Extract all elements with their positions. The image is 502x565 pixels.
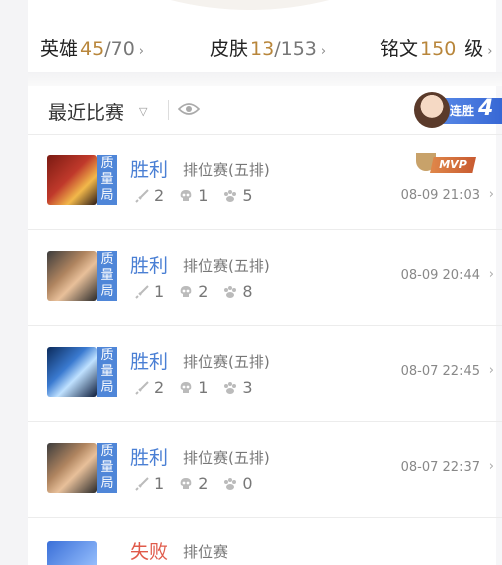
match-result: 失败 <box>130 541 169 563</box>
hero-avatar <box>47 541 97 565</box>
win-streak-badge: 连胜 4 <box>414 92 502 128</box>
chevron-right-icon: › <box>487 44 493 59</box>
quality-match-badge: 质量局 <box>97 443 117 493</box>
quality-match-badge: 质量局 <box>97 347 117 397</box>
kills-count: 2 <box>154 186 165 205</box>
sword-icon <box>135 476 149 491</box>
chevron-right-icon: › <box>488 363 494 378</box>
match-mode: 排位赛(五排) <box>183 257 270 275</box>
skull-icon <box>180 381 192 393</box>
deaths-count: 1 <box>198 186 209 205</box>
kda-stats: 1 2 0 <box>134 474 267 493</box>
kills-count: 2 <box>154 378 165 397</box>
sword-icon <box>135 188 149 203</box>
match-row-partial[interactable]: 失败 排位赛 <box>28 535 502 565</box>
heroes-label: 英雄 <box>40 38 79 60</box>
runes-stat[interactable]: 铭文 150 级 › <box>380 34 493 61</box>
deaths-count: 1 <box>198 378 209 397</box>
skull-icon <box>180 477 192 489</box>
chevron-right-icon: › <box>320 44 327 59</box>
streak-label: 连胜 <box>450 104 475 118</box>
match-mode: 排位赛(五排) <box>183 353 270 371</box>
kills-count: 1 <box>154 474 165 493</box>
match-mode: 排位赛 <box>183 543 229 561</box>
profile-header-arc <box>40 0 460 10</box>
header-separator <box>168 100 169 120</box>
heroes-stat[interactable]: 英雄 45 /70 › <box>40 34 144 61</box>
match-mode: 排位赛(五排) <box>183 449 270 467</box>
match-row[interactable]: 质量局 胜利 排位赛(五排) 1 2 8 08-09 20:44 › <box>28 251 502 346</box>
left-edge-strip <box>0 0 28 565</box>
runes-label: 铭文 <box>380 38 419 60</box>
chevron-down-icon[interactable]: ▽ <box>139 105 147 118</box>
match-result: 胜利 <box>130 159 169 181</box>
runes-unit: 级 <box>464 38 484 60</box>
match-time: 08-07 22:45 <box>400 364 480 379</box>
match-row[interactable]: 质量局 胜利 排位赛(五排) 2 1 3 08-07 22:45 › <box>28 347 502 442</box>
section-divider <box>28 72 502 86</box>
kda-stats: 2 1 3 <box>134 378 267 397</box>
divider <box>28 421 502 422</box>
skins-stat[interactable]: 皮肤 13 /153 › <box>210 34 326 61</box>
sword-icon <box>135 284 149 299</box>
paw-icon <box>224 189 237 202</box>
skull-icon <box>180 189 192 201</box>
match-row[interactable]: 质量局 胜利 排位赛(五排) 1 2 0 08-07 22:37 › <box>28 443 502 538</box>
divider <box>28 229 502 230</box>
stats-bar: 英雄 45 /70 › 皮肤 13 /153 › 铭文 150 级 › <box>28 20 502 72</box>
mvp-badge: MVP <box>416 151 478 177</box>
match-time: 08-07 22:37 <box>400 460 480 475</box>
hero-avatar <box>47 251 97 301</box>
skins-total: /153 <box>274 38 317 60</box>
kills-count: 1 <box>154 282 165 301</box>
chevron-right-icon: › <box>488 459 494 474</box>
quality-match-badge: 质量局 <box>97 251 117 301</box>
kda-stats: 2 1 5 <box>134 186 267 205</box>
divider <box>28 134 502 135</box>
match-result: 胜利 <box>130 255 169 277</box>
match-time: 08-09 20:44 <box>400 268 480 283</box>
chevron-right-icon: › <box>488 267 494 282</box>
runes-level: 150 <box>420 38 457 60</box>
assists-count: 8 <box>242 282 253 301</box>
divider <box>28 325 502 326</box>
paw-icon <box>224 477 237 490</box>
hero-avatar <box>47 347 97 397</box>
paw-icon <box>224 381 237 394</box>
section-title[interactable]: 最近比赛 <box>48 98 124 125</box>
assists-count: 5 <box>242 186 253 205</box>
hero-avatar <box>47 155 97 205</box>
skins-label: 皮肤 <box>210 38 249 60</box>
assists-count: 0 <box>242 474 253 493</box>
match-result: 胜利 <box>130 351 169 373</box>
skull-icon <box>180 285 192 297</box>
kda-stats: 1 2 8 <box>134 282 267 301</box>
quality-match-badge: 质量局 <box>97 155 117 205</box>
mvp-label: MVP <box>430 157 476 173</box>
chevron-right-icon: › <box>488 187 494 202</box>
deaths-count: 2 <box>198 474 209 493</box>
recent-matches-header: 最近比赛 ▽ 连胜 4 <box>28 86 502 132</box>
hero-avatar <box>47 443 97 493</box>
streak-avatar <box>414 92 450 128</box>
match-time: 08-09 21:03 <box>400 188 480 203</box>
sword-icon <box>135 380 149 395</box>
deaths-count: 2 <box>198 282 209 301</box>
divider <box>28 517 502 518</box>
heroes-total: /70 <box>104 38 135 60</box>
streak-count: 4 <box>478 96 494 121</box>
match-result: 胜利 <box>130 447 169 469</box>
chevron-right-icon: › <box>138 44 144 59</box>
paw-icon <box>224 285 237 298</box>
match-row[interactable]: 质量局 胜利 排位赛(五排) 2 1 5 MVP 08-09 21:03 › <box>28 153 502 250</box>
assists-count: 3 <box>242 378 253 397</box>
heroes-count: 45 <box>80 38 105 60</box>
match-mode: 排位赛(五排) <box>183 161 270 179</box>
eye-icon[interactable] <box>178 102 200 116</box>
skins-count: 13 <box>250 38 275 60</box>
